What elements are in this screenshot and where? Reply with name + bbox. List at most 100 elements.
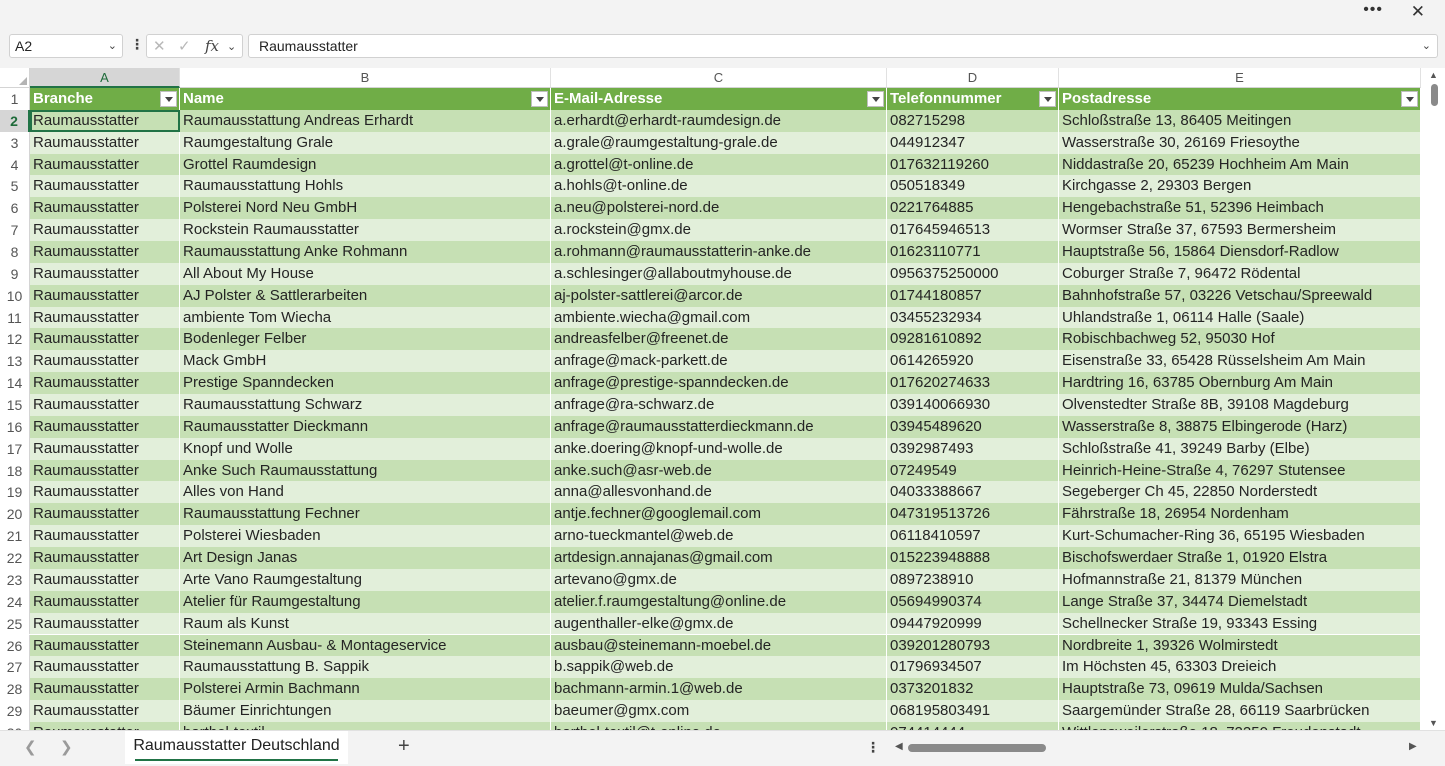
row-number[interactable]: 12 (0, 328, 30, 351)
table-cell[interactable]: Raumausstattung Andreas Erhardt (180, 109, 551, 132)
table-cell[interactable]: a.grale@raumgestaltung-grale.de (551, 131, 887, 154)
row-number[interactable]: 2 (0, 109, 30, 132)
confirm-icon[interactable]: ✓ (178, 37, 191, 55)
table-cell[interactable]: anna@allesvonhand.de (551, 481, 887, 504)
table-header-cell[interactable]: Name (180, 88, 551, 110)
table-cell[interactable]: Raumausstatter (30, 700, 180, 722)
table-cell[interactable]: 01744180857 (887, 284, 1059, 307)
row-number[interactable]: 20 (0, 503, 30, 526)
table-cell[interactable]: Raumausstatter (30, 437, 180, 460)
table-cell[interactable]: Wittlensweilerstraße 18, 72250 Freudenst… (1059, 721, 1421, 730)
row-number[interactable]: 26 (0, 634, 30, 657)
table-cell[interactable]: Mack GmbH (180, 350, 551, 373)
table-cell[interactable]: Atelier für Raumgestaltung (180, 590, 551, 613)
table-cell[interactable]: Segeberger Ch 45, 22850 Norderstedt (1059, 481, 1421, 504)
table-cell[interactable]: 07249549 (887, 459, 1059, 482)
table-cell[interactable]: Raumausstatter (30, 590, 180, 613)
table-cell[interactable]: 044912347 (887, 131, 1059, 154)
table-cell[interactable]: 017620274633 (887, 372, 1059, 395)
table-cell[interactable]: ambiente Tom Wiecha (180, 306, 551, 329)
row-number[interactable]: 5 (0, 175, 30, 198)
table-cell[interactable]: Raumausstatter (30, 612, 180, 635)
column-header-e[interactable]: E (1059, 68, 1421, 88)
table-cell[interactable]: Kurt-Schumacher-Ring 36, 65195 Wiesbaden (1059, 525, 1421, 548)
add-sheet-button[interactable]: + (398, 735, 410, 758)
column-header-c[interactable]: C (551, 68, 887, 88)
filter-dropdown-icon[interactable] (160, 91, 177, 107)
table-cell[interactable]: Anke Such Raumausstattung (180, 459, 551, 482)
row-number[interactable]: 29 (0, 700, 30, 722)
table-cell[interactable]: a.schlesinger@allaboutmyhouse.de (551, 262, 887, 285)
table-cell[interactable]: Raumausstatter (30, 503, 180, 526)
row-number[interactable]: 6 (0, 197, 30, 220)
table-cell[interactable]: Raumausstatter (30, 175, 180, 198)
table-cell[interactable]: Alles von Hand (180, 481, 551, 504)
table-cell[interactable]: 03945489620 (887, 415, 1059, 438)
row-number[interactable]: 1 (0, 88, 30, 110)
table-cell[interactable]: 09281610892 (887, 328, 1059, 351)
table-cell[interactable]: Raum als Kunst (180, 612, 551, 635)
row-number[interactable]: 24 (0, 590, 30, 613)
row-number[interactable]: 27 (0, 656, 30, 679)
table-cell[interactable]: Hardtring 16, 63785 Obernburg Am Main (1059, 372, 1421, 395)
table-cell[interactable]: Raumausstatter (30, 634, 180, 657)
table-cell[interactable]: Hofmannstraße 21, 81379 München (1059, 568, 1421, 591)
table-cell[interactable]: Saargemünder Straße 28, 66119 Saarbrücke… (1059, 700, 1421, 722)
table-cell[interactable]: 06118410597 (887, 525, 1059, 548)
table-cell[interactable]: Raumausstatter (30, 678, 180, 701)
scroll-down-icon[interactable]: ▼ (1429, 718, 1438, 728)
table-cell[interactable]: atelier.f.raumgestaltung@online.de (551, 590, 887, 613)
table-cell[interactable]: augenthaller-elke@gmx.de (551, 612, 887, 635)
table-cell[interactable]: Raumausstattung Schwarz (180, 394, 551, 416)
row-number[interactable]: 9 (0, 262, 30, 285)
table-cell[interactable]: Lange Straße 37, 34474 Diemelstadt (1059, 590, 1421, 613)
table-cell[interactable]: 05694990374 (887, 590, 1059, 613)
table-cell[interactable]: Olvenstedter Straße 8B, 39108 Magdeburg (1059, 394, 1421, 416)
table-cell[interactable]: Eisenstraße 33, 65428 Rüsselsheim Am Mai… (1059, 350, 1421, 373)
row-number[interactable]: 19 (0, 481, 30, 504)
table-cell[interactable]: anfrage@raumausstatterdieckmann.de (551, 415, 887, 438)
table-cell[interactable]: Prestige Spanndecken (180, 372, 551, 395)
name-box[interactable]: A2 ⌄ (9, 34, 123, 58)
cancel-icon[interactable]: ✕ (153, 37, 166, 55)
table-header-cell[interactable]: Branche (30, 88, 180, 110)
table-header-cell[interactable]: E-Mail-Adresse (551, 88, 887, 110)
row-number[interactable]: 30 (0, 721, 30, 730)
table-cell[interactable]: ausbau@steinemann-moebel.de (551, 634, 887, 657)
expand-formula-icon[interactable]: ⌄ (1422, 35, 1431, 57)
table-cell[interactable]: Raumgestaltung Grale (180, 131, 551, 154)
table-cell[interactable]: Raumausstatter (30, 153, 180, 176)
chevron-down-icon[interactable]: ⌄ (227, 40, 236, 53)
table-cell[interactable]: Raumausstattung Anke Rohmann (180, 241, 551, 263)
table-cell[interactable]: Raumausstatter (30, 241, 180, 263)
prev-sheet-icon[interactable]: ❮ (24, 738, 37, 756)
table-cell[interactable]: Nordbreite 1, 39326 Wolmirstedt (1059, 634, 1421, 657)
row-number[interactable]: 16 (0, 415, 30, 438)
row-number[interactable]: 4 (0, 153, 30, 176)
table-cell[interactable]: anfrage@mack-parkett.de (551, 350, 887, 373)
row-number[interactable]: 11 (0, 306, 30, 329)
row-number[interactable]: 7 (0, 219, 30, 242)
table-cell[interactable]: Raumausstatter (30, 284, 180, 307)
filter-dropdown-icon[interactable] (1039, 91, 1056, 107)
filter-dropdown-icon[interactable] (531, 91, 548, 107)
table-cell[interactable]: Raumausstatter (30, 197, 180, 220)
formula-input[interactable]: Raumausstatter ⌄ (248, 34, 1438, 58)
table-cell[interactable]: Raumausstatter (30, 328, 180, 351)
table-cell[interactable]: Hauptstraße 56, 15864 Diensdorf-Radlow (1059, 241, 1421, 263)
table-cell[interactable]: anke.such@asr-web.de (551, 459, 887, 482)
table-cell[interactable]: Knopf und Wolle (180, 437, 551, 460)
row-number[interactable]: 13 (0, 350, 30, 373)
row-number[interactable]: 25 (0, 612, 30, 635)
table-cell[interactable]: Wasserstraße 30, 26169 Friesoythe (1059, 131, 1421, 154)
table-cell[interactable]: Robischbachweg 52, 95030 Hof (1059, 328, 1421, 351)
table-cell[interactable]: Schloßstraße 41, 39249 Barby (Elbe) (1059, 437, 1421, 460)
row-number[interactable]: 8 (0, 241, 30, 263)
table-cell[interactable]: Bodenleger Felber (180, 328, 551, 351)
table-cell[interactable]: 04033388667 (887, 481, 1059, 504)
row-number[interactable]: 10 (0, 284, 30, 307)
table-cell[interactable]: Bischofswerdaer Straße 1, 01920 Elstra (1059, 547, 1421, 569)
table-cell[interactable]: Raumausstatter Dieckmann (180, 415, 551, 438)
table-cell[interactable]: Polsterei Nord Neu GmbH (180, 197, 551, 220)
spreadsheet-grid[interactable]: A B C D E 1 Branche Name E-Mail-Adresse Telefonnu… (0, 68, 1425, 730)
